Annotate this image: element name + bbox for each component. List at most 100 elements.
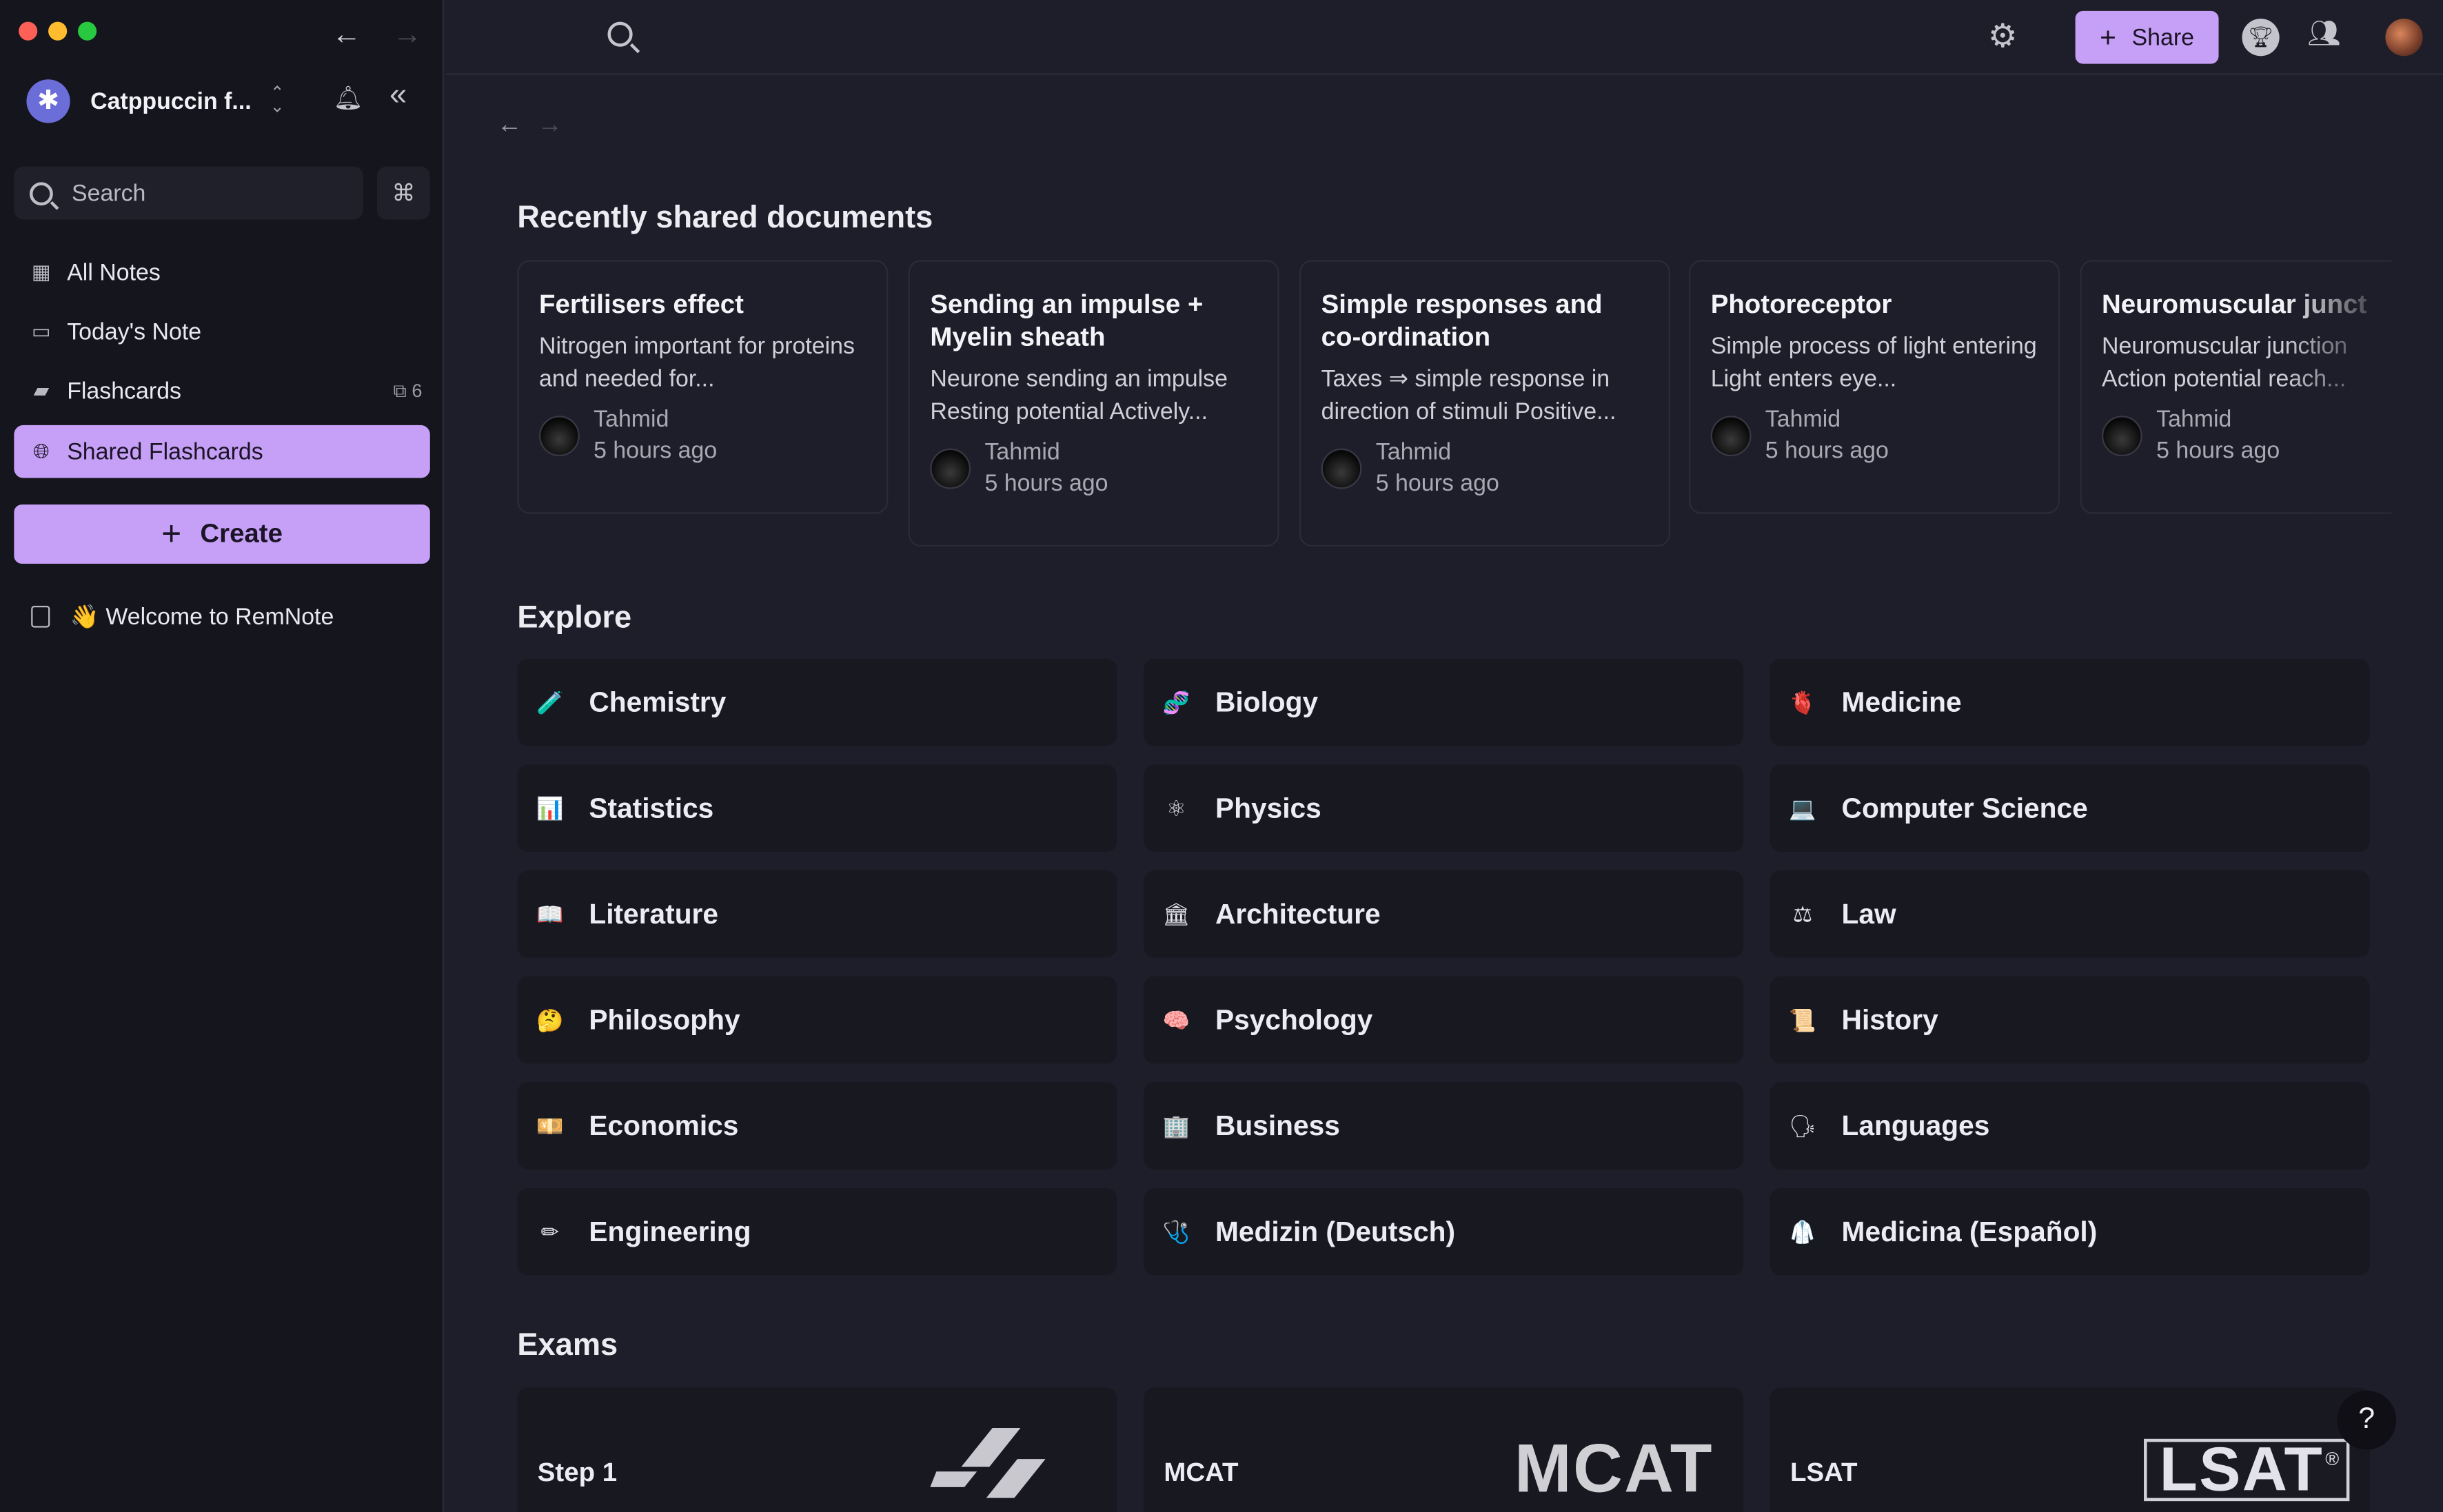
author-name: Tahmid xyxy=(984,439,1060,466)
card-description-line: Neuromuscular junction xyxy=(2102,333,2348,360)
subject-emoji-icon: ⚖ xyxy=(1792,901,1813,926)
subject-emoji-icon: 🤔 xyxy=(536,1006,564,1032)
explore-tile-business[interactable]: 🏢 Business xyxy=(1143,1082,1744,1169)
exam-tile-step1[interactable]: Step 1 xyxy=(517,1387,1117,1512)
workspace-name: Catppuccin f... xyxy=(90,88,252,115)
shared-doc-card[interactable]: Photoreceptor Simple process of light en… xyxy=(1689,260,2060,514)
minimize-window-button[interactable] xyxy=(48,21,68,41)
explore-label: Statistics xyxy=(589,791,714,824)
card-time: 5 hours ago xyxy=(2156,437,2280,464)
explore-tile-architecture[interactable]: 🏛 Architecture xyxy=(1143,870,1744,958)
explore-tile-statistics[interactable]: 📊 Statistics xyxy=(517,764,1117,852)
create-button[interactable]: + Create xyxy=(14,504,430,564)
explore-tile-history[interactable]: 📜 History xyxy=(1770,976,2370,1064)
sidebar-item-shared-flashcards[interactable]: 🌐︎ Shared Flashcards xyxy=(14,425,430,478)
mcat-logo: MCAT xyxy=(1514,1431,1714,1508)
trophy-icon[interactable]: 🏆︎ xyxy=(2242,19,2280,57)
explore-tile-law[interactable]: ⚖ Law xyxy=(1770,870,2370,958)
share-button[interactable]: + Share xyxy=(2075,10,2219,64)
explore-tile-economics[interactable]: 💴 Economics xyxy=(517,1082,1117,1169)
workspace-switcher[interactable]: ✱ Catppuccin f... ⌃ ⌄ 🔔︎ « xyxy=(26,78,423,125)
command-palette-button[interactable]: ⌘ xyxy=(376,166,430,220)
share-label: Share xyxy=(2131,24,2194,51)
document-icon xyxy=(31,605,50,628)
people-icon[interactable]: 👥︎ xyxy=(2307,19,2341,50)
explore-label: Languages xyxy=(1841,1109,1990,1141)
subject-emoji-icon: 🗣 xyxy=(1788,1112,1817,1138)
subject-emoji-icon: 🏛 xyxy=(1162,901,1190,926)
cards-icon: ▰ xyxy=(33,378,50,402)
explore-tile-engineering[interactable]: ✏ Engineering xyxy=(517,1188,1117,1276)
doc-label: 👋 Welcome to RemNote xyxy=(70,604,334,631)
help-button[interactable]: ? xyxy=(2337,1390,2397,1450)
shared-doc-card[interactable]: Sending an impulse + Myelin sheath Neuro… xyxy=(908,260,1279,547)
plus-icon: + xyxy=(2100,21,2116,52)
subject-emoji-icon: 🥼 xyxy=(1789,1218,1816,1244)
explore-label: Medicine xyxy=(1841,686,1962,717)
collapse-sidebar-icon[interactable]: « xyxy=(389,78,407,114)
card-description: Taxes ⇒ simple response in direction of … xyxy=(1321,365,1616,425)
shared-doc-card[interactable]: Fertilisers effect Nitrogen important fo… xyxy=(517,260,889,514)
search-icon[interactable] xyxy=(607,21,633,47)
flashcards-count-badge: ⧉ 6 xyxy=(393,379,423,401)
explore-tile-medicine[interactable]: 🫀 Medicine xyxy=(1770,658,2370,746)
sidebar-item-label: Shared Flashcards xyxy=(67,438,263,465)
avatar xyxy=(2102,416,2142,457)
card-author: Tahmid 5 hours ago xyxy=(1321,438,1649,500)
sidebar-item-flashcards[interactable]: ▰ Flashcards ⧉ 6 xyxy=(14,365,429,418)
search-icon xyxy=(29,181,53,205)
explore-label: Medicina (Español) xyxy=(1841,1215,2098,1247)
card-time: 5 hours ago xyxy=(1375,470,1499,497)
explore-tile-psychology[interactable]: 🧠 Psychology xyxy=(1143,976,1744,1064)
sidebar-search[interactable]: Search xyxy=(14,166,363,220)
explore-tile-biology[interactable]: 🧬 Biology xyxy=(1143,658,1744,746)
shared-doc-card[interactable]: Neuromuscular junct Neuromuscular juncti… xyxy=(2080,260,2392,514)
registered-mark: ® xyxy=(2325,1448,2340,1470)
bell-icon[interactable]: 🔔︎ xyxy=(334,84,363,112)
subject-emoji-icon: 🧬 xyxy=(1162,688,1190,714)
explore-tile-medizin-deutsch[interactable]: 🩺 Medizin (Deutsch) xyxy=(1143,1188,1744,1276)
back-arrow-icon[interactable]: ← xyxy=(497,112,522,141)
sidebar-item-all-notes[interactable]: ▦ All Notes xyxy=(14,246,429,299)
exam-tile-mcat[interactable]: MCAT MCAT xyxy=(1143,1387,1744,1512)
close-window-button[interactable] xyxy=(19,21,38,41)
explore-tile-physics[interactable]: ⚛ Physics xyxy=(1143,764,1744,852)
forward-arrow-icon[interactable]: → xyxy=(538,112,562,141)
zoom-window-button[interactable] xyxy=(78,21,97,41)
exam-label: Step 1 xyxy=(537,1457,618,1487)
window-controls xyxy=(19,21,97,41)
subject-emoji-icon: ✏ xyxy=(540,1218,560,1244)
explore-tile-languages[interactable]: 🗣 Languages xyxy=(1770,1082,2370,1169)
sidebar-item-label: Flashcards xyxy=(67,377,181,405)
explore-tile-medicina-espa-ol[interactable]: 🥼 Medicina (Español) xyxy=(1770,1188,2370,1276)
exam-tile-lsat[interactable]: LSAT LSAT ® xyxy=(1770,1387,2370,1512)
create-label: Create xyxy=(200,518,283,549)
card-description-line: Action potential reach... xyxy=(2102,365,2346,393)
subject-emoji-icon: 💻 xyxy=(1789,795,1816,820)
card-title: Fertilisers effect xyxy=(539,289,744,320)
sidebar-doc-welcome[interactable]: 👋 Welcome to RemNote xyxy=(31,602,334,631)
explore-label: Physics xyxy=(1215,791,1321,824)
card-description: Simple process of light entering Light e… xyxy=(1710,333,2037,393)
explore-tile-literature[interactable]: 📖 Literature xyxy=(517,870,1117,958)
exams-heading: Exams xyxy=(517,1328,618,1363)
card-title: Photoreceptor xyxy=(1710,289,1892,320)
explore-tile-chemistry[interactable]: 🧪 Chemistry xyxy=(517,658,1117,746)
card-description: Neurone sending an impulse Resting poten… xyxy=(930,365,1228,425)
card-title: Simple responses and co-ordination xyxy=(1321,289,1603,352)
sidebar-item-todays-note[interactable]: ▭ Today's Note xyxy=(14,305,429,358)
user-avatar[interactable] xyxy=(2385,19,2423,57)
globe-icon: 🌐︎ xyxy=(33,439,50,463)
forward-arrow-icon[interactable]: → xyxy=(393,19,423,53)
sidebar-item-label: All Notes xyxy=(67,259,161,286)
sidebar-item-label: Today's Note xyxy=(67,318,202,345)
explore-tile-computer-science[interactable]: 💻 Computer Science xyxy=(1770,764,2370,852)
app-window: ← → ✱ Catppuccin f... ⌃ ⌄ 🔔︎ « Search ⌘ ▦… xyxy=(0,0,2443,1512)
shared-doc-card[interactable]: Simple responses and co-ordination Taxes… xyxy=(1299,260,1670,547)
sidebar: ← → ✱ Catppuccin f... ⌃ ⌄ 🔔︎ « Search ⌘ ▦… xyxy=(0,0,445,1512)
explore-label: History xyxy=(1841,1003,1938,1035)
explore-tile-philosophy[interactable]: 🤔 Philosophy xyxy=(517,976,1117,1064)
gear-icon[interactable]: ⚙︎ xyxy=(1988,17,2018,56)
back-arrow-icon[interactable]: ← xyxy=(332,19,361,53)
card-title: Sending an impulse + Myelin sheath xyxy=(930,289,1204,352)
